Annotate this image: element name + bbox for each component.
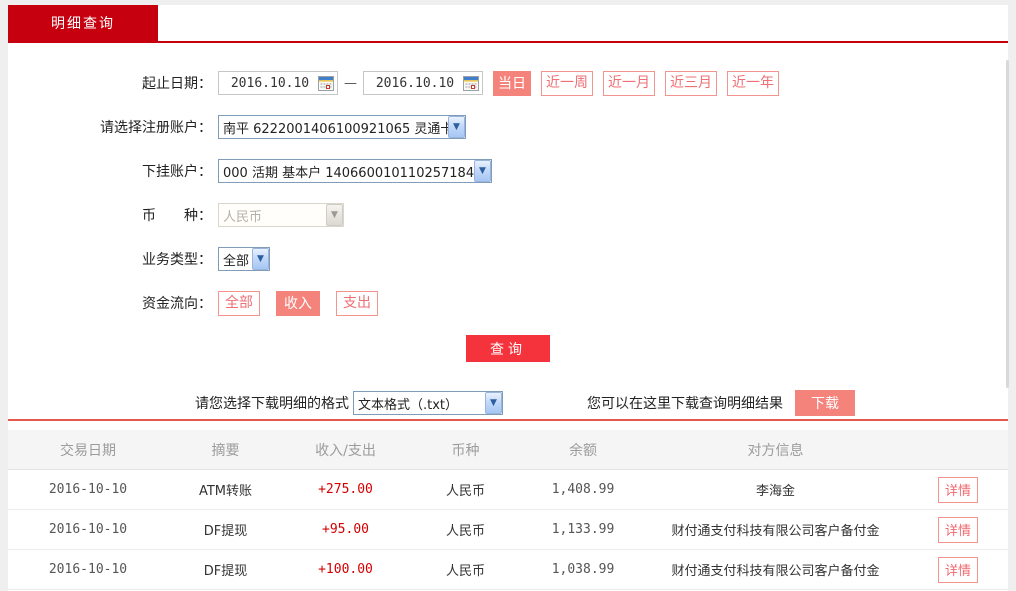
end-date-value: 2016.10.10 <box>375 75 455 91</box>
table-row: 2016-10-10 DF提现 +100.00 人民币 1,038.99 财付通… <box>8 550 1008 590</box>
fund-flow-label: 资金流向： <box>142 296 212 312</box>
table-row: 2016-10-10 DF提现 +95.00 人民币 1,133.99 财付通支… <box>8 510 1008 550</box>
date-range-dash: — <box>344 75 357 91</box>
sub-account-label: 下挂账户： <box>142 164 212 180</box>
business-type-row: 业务类型： 全部 ▼ <box>8 247 1008 271</box>
chevron-down-icon: ▼ <box>252 248 269 270</box>
cell-counterparty: 财付通支付科技有限公司客户备付金 <box>671 564 880 579</box>
cell-amount: +100.00 <box>318 562 373 577</box>
header-counterparty: 对方信息 <box>747 442 804 459</box>
detail-query-panel: 明细查询 起止日期： 2016.10.10 — 2016.10.10 当日 近一… <box>8 5 1008 591</box>
scrollbar-thumb[interactable] <box>1006 60 1009 388</box>
cell-balance: 1,038.99 <box>551 562 615 577</box>
calendar-icon[interactable] <box>318 75 334 91</box>
download-format-value: 文本格式（.txt） <box>358 397 459 413</box>
cell-balance: 1,408.99 <box>551 482 615 497</box>
business-type-select[interactable]: 全部 ▼ <box>218 247 270 271</box>
download-format-label: 请您选择下载明细的格式 <box>195 396 349 412</box>
cell-currency: 人民币 <box>445 524 485 539</box>
header-balance: 余额 <box>569 442 597 459</box>
register-account-row: 请选择注册账户： 南平 6222001406100921065 灵通卡 ▼ <box>8 115 1008 139</box>
quick-range-last-year-button[interactable]: 近一年 <box>727 70 779 96</box>
download-row: 请您选择下载明细的格式 文本格式（.txt） ▼ 您可以在这里下载查询明细结果 … <box>8 390 1008 416</box>
cell-transaction-date: 2016-10-10 <box>48 522 128 537</box>
chevron-down-icon: ▼ <box>474 160 491 182</box>
date-range-label: 起止日期： <box>142 76 212 92</box>
quick-range-last-month-button[interactable]: 近一月 <box>603 70 655 96</box>
cell-amount: +95.00 <box>322 522 369 537</box>
detail-button[interactable]: 详情 <box>938 556 978 583</box>
cell-summary: ATM转账 <box>198 484 253 499</box>
sub-account-select[interactable]: 000 活期 基本户 1406600101102571848 ▼ <box>218 159 492 183</box>
download-hint: 您可以在这里下载查询明细结果 <box>587 396 783 412</box>
detail-button[interactable]: 详情 <box>938 516 978 543</box>
cell-currency: 人民币 <box>445 564 485 579</box>
download-format-select[interactable]: 文本格式（.txt） ▼ <box>353 391 503 415</box>
cell-summary: DF提现 <box>203 524 248 539</box>
table-separator <box>8 419 1008 421</box>
query-form: 起止日期： 2016.10.10 — 2016.10.10 当日 近一周 近一月… <box>8 43 1008 416</box>
table-header-row: 交易日期 摘要 收入/支出 币种 余额 对方信息 <box>8 430 1008 470</box>
cell-summary: DF提现 <box>203 564 248 579</box>
query-button[interactable]: 查询 <box>466 335 550 362</box>
business-type-value: 全部 <box>223 253 250 269</box>
fund-flow-income-button[interactable]: 收入 <box>276 290 320 316</box>
cell-transaction-date: 2016-10-10 <box>48 562 128 577</box>
calendar-icon[interactable] <box>463 75 479 91</box>
register-account-label: 请选择注册账户： <box>100 120 212 136</box>
tab-detail-query[interactable]: 明细查询 <box>8 5 158 43</box>
table-row: 2016-10-10 ATM转账 +275.00 人民币 1,408.99 李海… <box>8 470 1008 510</box>
tab-bar: 明细查询 <box>8 5 1008 43</box>
cell-counterparty: 财付通支付科技有限公司客户备付金 <box>671 524 880 539</box>
quick-range-today-button[interactable]: 当日 <box>493 70 531 96</box>
business-type-label: 业务类型： <box>142 252 212 268</box>
header-income-expense: 收入/支出 <box>315 442 376 459</box>
download-button[interactable]: 下载 <box>795 390 855 416</box>
start-date-value: 2016.10.10 <box>230 75 310 91</box>
register-account-value: 南平 6222001406100921065 灵通卡 <box>223 121 448 137</box>
register-account-select[interactable]: 南平 6222001406100921065 灵通卡 ▼ <box>218 115 466 139</box>
end-date-input[interactable]: 2016.10.10 <box>363 71 483 95</box>
chevron-down-icon: ▼ <box>448 116 465 138</box>
currency-value: 人民币 <box>223 209 263 225</box>
cell-amount: +275.00 <box>318 482 373 497</box>
start-date-input[interactable]: 2016.10.10 <box>218 71 338 95</box>
cell-currency: 人民币 <box>445 484 485 499</box>
sub-account-value: 000 活期 基本户 1406600101102571848 <box>223 165 474 181</box>
sub-account-row: 下挂账户： 000 活期 基本户 1406600101102571848 ▼ <box>8 159 1008 183</box>
header-transaction-date: 交易日期 <box>60 442 116 459</box>
chevron-down-icon: ▼ <box>326 204 343 226</box>
date-range-row: 起止日期： 2016.10.10 — 2016.10.10 当日 近一周 近一月… <box>8 70 1008 96</box>
results-table: 交易日期 摘要 收入/支出 币种 余额 对方信息 2016-10-10 ATM转… <box>8 430 1008 590</box>
cell-counterparty: 李海金 <box>755 484 795 499</box>
currency-select: 人民币 ▼ <box>218 203 344 227</box>
header-summary: 摘要 <box>211 442 240 459</box>
fund-flow-row: 资金流向： 全部 收入 支出 <box>8 290 1008 316</box>
currency-label: 币 种： <box>142 208 212 224</box>
fund-flow-all-button[interactable]: 全部 <box>218 290 260 316</box>
quick-range-last-week-button[interactable]: 近一周 <box>541 70 593 96</box>
quick-range-3-months-button[interactable]: 近三月 <box>665 70 717 96</box>
fund-flow-expense-button[interactable]: 支出 <box>336 290 378 316</box>
cell-transaction-date: 2016-10-10 <box>48 482 128 497</box>
currency-row: 币 种： 人民币 ▼ <box>8 203 1008 227</box>
chevron-down-icon: ▼ <box>485 392 502 414</box>
detail-button[interactable]: 详情 <box>938 476 978 503</box>
header-currency: 币种 <box>451 442 480 459</box>
cell-balance: 1,133.99 <box>551 522 615 537</box>
